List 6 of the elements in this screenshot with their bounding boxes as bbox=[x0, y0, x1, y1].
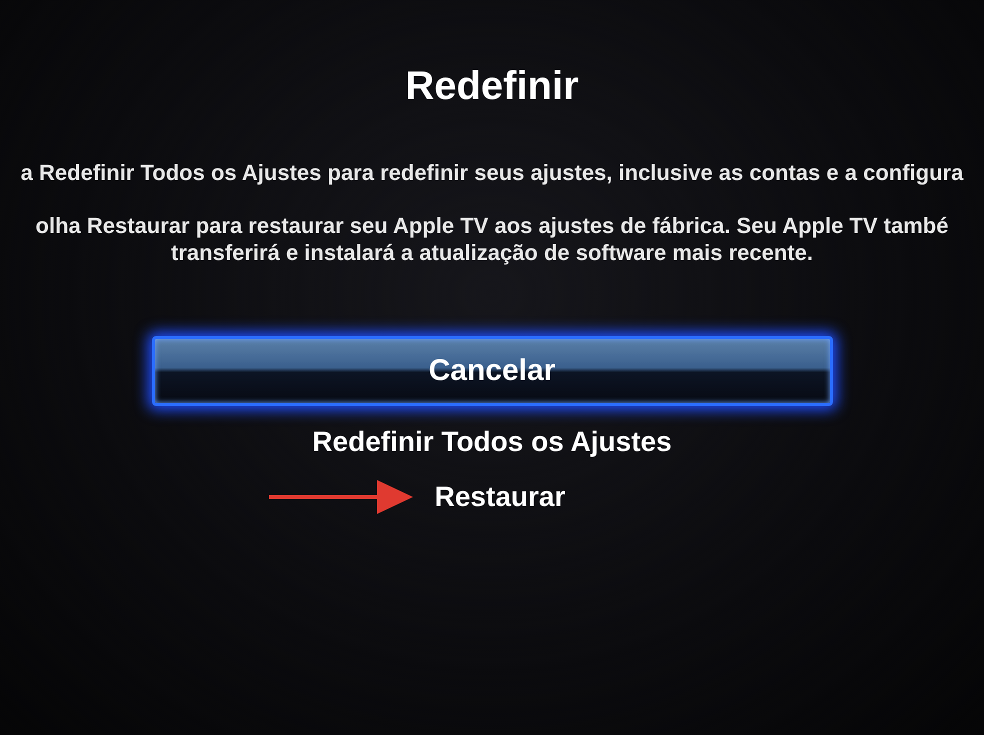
menu-item[interactable]: Redefinir Todos os Ajustes bbox=[312, 424, 672, 460]
menu-item[interactable]: Restaurar bbox=[434, 479, 566, 515]
description-text: a Redefinir Todos os Ajustes para redefinir seus ajustes, inclusive as contas e a configura bbox=[20, 159, 964, 186]
menu-item[interactable]: Cancelar bbox=[152, 336, 832, 406]
description-text: olha Restaurar para restaurar seu Apple TV aos ajustes de fábrica. Seu Apple TV també transferirá e instalará a atualização de software mais recente. bbox=[36, 212, 948, 266]
screen-title: Redefinir bbox=[405, 64, 579, 109]
